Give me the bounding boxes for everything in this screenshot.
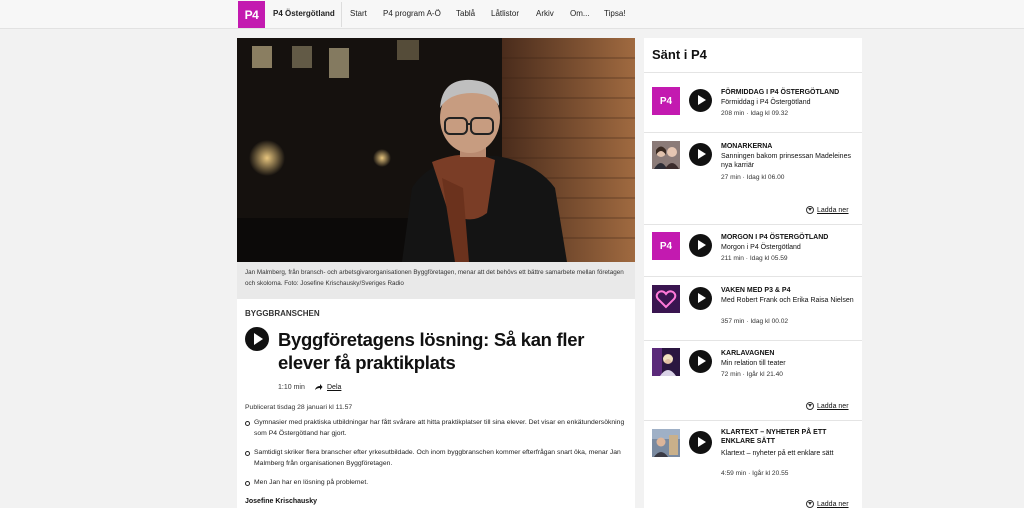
divider [644,276,862,277]
episode-play-button[interactable] [689,431,712,454]
episode-play-button[interactable] [689,143,712,166]
download-button[interactable]: Ladda ner [806,206,849,214]
broadcast-sidebar: Sänt i P4 P4 FÖRMIDDAG I P4 ÖSTERGÖTLAND… [644,38,862,508]
episode-title[interactable]: Klartext – nyheter på ett enklare sätt [721,449,856,458]
divider [644,72,862,73]
program-thumbnail[interactable]: P4 [652,232,680,260]
article-summary-list: Gymnasier med praktiska utbildningar har… [245,418,630,498]
program-thumbnail[interactable] [652,141,680,169]
nav-item-tabla[interactable]: Tablå [456,9,475,18]
episode-meta: 208 min · Idag kl 09.32 [721,110,789,117]
divider [644,420,862,421]
sidebar-title: Sänt i P4 [652,47,707,62]
episode-program[interactable]: KARLAVAGNEN [721,349,856,358]
share-button[interactable]: Dela [314,383,341,391]
program-thumbnail[interactable] [652,285,680,313]
nav-item-latlistor[interactable]: Låtlistor [491,9,519,18]
episode-program[interactable]: FÖRMIDDAG I P4 ÖSTERGÖTLAND [721,88,856,97]
episode-program[interactable]: MONARKERNA [721,142,856,151]
hero-photo [237,38,635,262]
monarkerna-image [652,141,680,169]
article-kicker: BYGGBRANSCHEN [245,309,320,318]
episode-meta: 4:59 min · Igår kl 20.55 [721,470,789,477]
divider [644,224,862,225]
download-icon [806,206,814,214]
episode-program[interactable]: VAKEN MED P3 & P4 [721,286,856,295]
program-thumbnail[interactable] [652,429,680,457]
nav-item-om[interactable]: Om... [570,9,590,18]
article-author[interactable]: Josefine Krischausky [245,498,317,505]
download-button[interactable]: Ladda ner [806,500,849,508]
heart-icon [652,285,680,313]
episode-play-button[interactable] [689,350,712,373]
program-thumbnail[interactable] [652,348,680,376]
download-label: Ladda ner [817,206,849,214]
article-headline: Byggföretagens lösning: Så kan fler elev… [278,329,585,373]
download-icon [806,402,814,410]
episode-meta: 27 min · Idag kl 06.00 [721,174,785,181]
episode-title[interactable]: Med Robert Frank och Erika Raisa Nielsen [721,296,856,305]
image-caption: Jan Malmberg, från bransch- och arbetsgi… [237,262,635,299]
episode-meta: 211 min · Idag kl 05.59 [721,255,788,262]
nav-item-program[interactable]: P4 program A-Ö [383,9,441,18]
audio-duration: 1:10 min [278,384,305,391]
hero-image [237,38,635,262]
episode-title[interactable]: Morgon i P4 Östergötland [721,243,856,252]
episode-title[interactable]: Förmiddag i P4 Östergötland [721,98,856,107]
episode-program[interactable]: MORGON I P4 ÖSTERGÖTLAND [721,233,856,242]
download-label: Ladda ner [817,402,849,410]
article: Jan Malmberg, från bransch- och arbetsgi… [237,38,635,508]
program-thumbnail[interactable]: P4 [652,87,680,115]
episode-play-button[interactable] [689,234,712,257]
share-label: Dela [327,383,342,391]
episode-meta: 72 min · Igår kl 21.40 [721,371,783,378]
p4-logo[interactable]: P4 [238,1,265,28]
episode-program[interactable]: KLARTEXT – NYHETER PÅ ETT ENKLARE SÄTT [721,428,856,446]
download-button[interactable]: Ladda ner [806,402,849,410]
nav-item-tipsa[interactable]: Tipsa! [604,9,626,18]
divider [644,132,862,133]
episode-play-button[interactable] [689,287,712,310]
list-item: Samtidigt skriker flera branscher efter … [245,448,630,469]
klartext-image [652,429,680,457]
list-item: Men Jan har en lösning på problemet. [245,478,630,489]
episode-title[interactable]: Sanningen bakom prinsessan Madeleines ny… [721,152,856,170]
download-label: Ladda ner [817,500,849,508]
share-arrow-icon [315,384,323,390]
published-date: Publicerat tisdag 28 januari kl 11.57 [245,404,353,411]
divider [644,340,862,341]
nav-item-start[interactable]: Start [350,9,367,18]
karlavagnen-image [652,348,680,376]
episode-play-button[interactable] [689,89,712,112]
download-icon [806,500,814,508]
nav-divider [341,2,342,27]
nav-item-arkiv[interactable]: Arkiv [536,9,554,18]
play-article-button[interactable] [245,327,269,351]
episode-meta: 357 min · Idag kl 00.02 [721,318,789,325]
episode-title[interactable]: Min relation till teater [721,359,856,368]
list-item: Gymnasier med praktiska utbildningar har… [245,418,630,439]
nav-station-name[interactable]: P4 Östergötland [273,9,335,18]
top-navigation: P4 P4 Östergötland Start P4 program A-Ö … [0,0,1024,29]
